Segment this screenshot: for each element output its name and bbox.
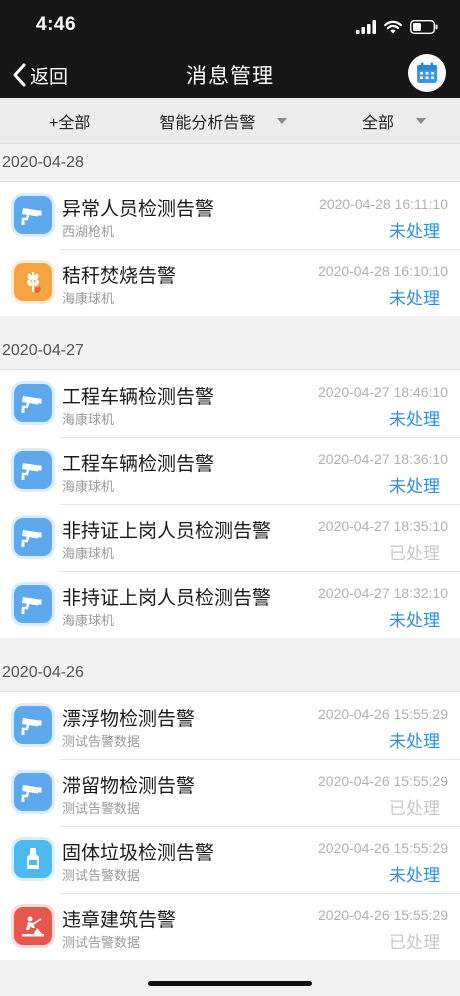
alarm-title: 非持证上岗人员检测告警: [62, 588, 272, 609]
filter-label: +全部: [48, 114, 91, 132]
alarm-list-item[interactable]: 秸秆焚烧告警海康球机 2020-04-28 16:10:10 未处理: [0, 249, 460, 316]
filter-all-devices[interactable]: +全部: [0, 109, 139, 133]
alarm-group: 异常人员检测告警 西湖枪机 2020-04-28 16:11:10 未处理 秸秆焚烧告警…: [0, 182, 460, 316]
filter-alarm-type[interactable]: 智能分析告警: [139, 109, 328, 133]
battery-icon: [410, 20, 438, 34]
camera-icon: [21, 392, 45, 414]
camera-icon: [21, 714, 45, 736]
alarm-source: 海康球机: [62, 546, 115, 561]
alarm-time: 2020-04-26 15:55:29: [318, 907, 448, 923]
alarm-status[interactable]: 已处理: [389, 794, 440, 819]
alarm-type-badge: [14, 263, 52, 301]
alarm-list-item[interactable]: 工程车辆检测告警海康球机 2020-04-27 18:46:10 未处理: [0, 370, 460, 437]
alarm-source: 海康球机: [62, 291, 115, 306]
camera-icon: [21, 781, 45, 803]
alarm-group: 漂浮物检测告警 测试告警数据 2020-04-26 15:55:29 未处理 滞留物检测…: [0, 692, 460, 960]
alarm-title: 工程车辆检测告警: [62, 454, 215, 475]
alarm-list-item[interactable]: 非持证上岗人员检测告警海康球机 2020-04-27 18:35:10 已处理: [0, 504, 460, 571]
alarm-source: 海康球机: [62, 613, 115, 628]
filter-label: 全部: [361, 114, 394, 132]
navigation-bar: 返回 消息管理: [0, 52, 460, 98]
alarm-status[interactable]: 已处理: [389, 928, 440, 953]
caret-down-icon: [416, 117, 426, 124]
alarm-title: 异常人员检测告警: [62, 199, 215, 220]
alarm-list-item[interactable]: 滞留物检测告警测试告警数据 2020-04-26 15:55:29 已处理: [0, 759, 460, 826]
alarm-type-badge: [14, 907, 52, 945]
alarm-status[interactable]: 未处理: [389, 606, 440, 631]
alarm-type-badge: [14, 384, 52, 422]
signal-icon: [356, 20, 376, 34]
wheat-fire-icon: [22, 270, 44, 294]
alarm-group: 工程车辆检测告警 海康球机 2020-04-27 18:46:10 未处理 工程车辆检测…: [0, 370, 460, 638]
alarm-time: 2020-04-26 15:55:29: [318, 840, 448, 856]
alarm-status[interactable]: 未处理: [389, 472, 440, 497]
alarm-list: 2020-04-28 异常人员检测告警西湖枪机 2020-04-28 16:11:1…: [0, 144, 460, 976]
alarm-status[interactable]: 未处理: [389, 405, 440, 430]
alarm-source: 西湖枪机: [62, 224, 115, 239]
alarm-source: 测试告警数据: [62, 734, 141, 749]
alarm-type-badge: [14, 773, 52, 811]
alarm-list-item[interactable]: 非持证上岗人员检测告警海康球机 2020-04-27 18:32:10 未处理: [0, 571, 460, 638]
alarm-status[interactable]: 未处理: [389, 727, 440, 752]
alarm-source: 海康球机: [62, 479, 115, 494]
filter-bar: +全部 智能分析告警 全部: [0, 98, 460, 144]
alarm-list-item[interactable]: 固体垃圾检测告警测试告警数据 2020-04-26 15:55:29 未处理: [0, 826, 460, 893]
page-title: 消息管理: [186, 65, 274, 88]
status-time: 4:46: [36, 14, 77, 35]
alarm-time: 2020-04-27 18:46:10: [318, 384, 448, 400]
alarm-time: 2020-04-26 15:55:29: [318, 773, 448, 789]
calendar-button[interactable]: [408, 54, 446, 92]
status-bar: 4:46: [0, 0, 460, 52]
alarm-time: 2020-04-28 16:11:10: [319, 196, 448, 212]
calendar-icon: [417, 62, 437, 83]
alarm-title: 漂浮物检测告警: [62, 709, 196, 730]
alarm-title: 违章建筑告警: [62, 910, 177, 931]
alarm-source: 海康球机: [62, 412, 115, 427]
date-group-header: 2020-04-26: [0, 654, 460, 692]
camera-icon: [21, 204, 45, 226]
alarm-title: 工程车辆检测告警: [62, 387, 215, 408]
alarm-type-badge: [14, 840, 52, 878]
camera-icon: [21, 459, 45, 481]
construction-icon: [21, 915, 45, 937]
date-group-header: 2020-04-28: [0, 144, 460, 182]
alarm-time: 2020-04-27 18:32:10: [318, 585, 448, 601]
date-group-header: 2020-04-27: [0, 332, 460, 370]
alarm-source: 测试告警数据: [62, 868, 141, 883]
alarm-type-badge: [14, 585, 52, 623]
alarm-time: 2020-04-26 15:55:29: [318, 706, 448, 722]
filter-label: 智能分析告警: [159, 114, 256, 132]
alarm-type-badge: [14, 518, 52, 556]
alarm-source: 测试告警数据: [62, 801, 141, 816]
alarm-status[interactable]: 未处理: [389, 861, 440, 886]
alarm-type-badge: [14, 196, 52, 234]
alarm-title: 固体垃圾检测告警: [62, 843, 215, 864]
camera-icon: [21, 526, 45, 548]
alarm-title: 滞留物检测告警: [62, 776, 196, 797]
alarm-time: 2020-04-27 18:36:10: [318, 451, 448, 467]
alarm-time: 2020-04-27 18:35:10: [318, 518, 448, 534]
alarm-type-badge: [14, 451, 52, 489]
alarm-list-item[interactable]: 漂浮物检测告警测试告警数据 2020-04-26 15:55:29 未处理: [0, 692, 460, 759]
camera-icon: [21, 593, 45, 615]
home-indicator: [148, 981, 312, 986]
alarm-status[interactable]: 未处理: [389, 217, 440, 242]
bottle-icon: [24, 847, 42, 871]
alarm-status[interactable]: 未处理: [389, 284, 440, 309]
alarm-title: 非持证上岗人员检测告警: [62, 521, 272, 542]
alarm-title: 秸秆焚烧告警: [62, 266, 177, 287]
caret-down-icon: [277, 117, 288, 124]
alarm-time: 2020-04-28 16:10:10: [318, 263, 448, 279]
status-icons: [356, 18, 438, 36]
wifi-icon: [384, 20, 402, 34]
alarm-list-item[interactable]: 异常人员检测告警西湖枪机 2020-04-28 16:11:10 未处理: [0, 182, 460, 249]
alarm-list-item[interactable]: 工程车辆检测告警海康球机 2020-04-27 18:36:10 未处理: [0, 437, 460, 504]
alarm-type-badge: [14, 706, 52, 744]
alarm-list-item[interactable]: 违章建筑告警测试告警数据 2020-04-26 15:55:29 已处理: [0, 893, 460, 960]
alarm-source: 测试告警数据: [62, 935, 141, 950]
alarm-status[interactable]: 已处理: [389, 539, 440, 564]
filter-status[interactable]: 全部: [328, 109, 460, 133]
